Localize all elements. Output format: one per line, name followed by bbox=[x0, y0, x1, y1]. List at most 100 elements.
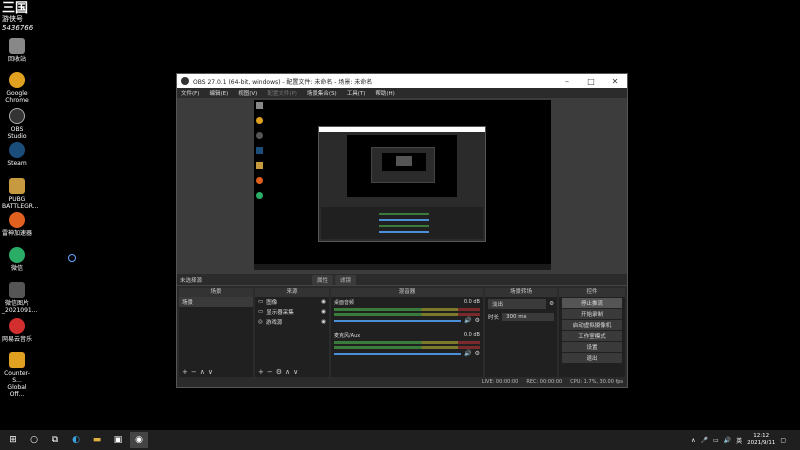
source-item[interactable]: ◎ 游戏源 ◉ bbox=[255, 317, 329, 327]
settings-button[interactable]: 设置 bbox=[562, 342, 622, 352]
eye-icon[interactable]: ◉ bbox=[321, 299, 326, 305]
mixer-header: 混音器 bbox=[331, 288, 483, 297]
clock-time: 12:12 bbox=[753, 433, 770, 439]
task-view-icon[interactable]: ⧉ bbox=[46, 432, 64, 448]
menu-profile[interactable]: 配置文件(P) bbox=[267, 89, 297, 97]
add-icon[interactable]: + bbox=[182, 368, 191, 376]
filters-button[interactable]: 滤镜 bbox=[335, 274, 357, 285]
source-toolbar: 未选择源 属性 滤镜 bbox=[177, 274, 627, 286]
scene-item[interactable]: 场景 bbox=[179, 297, 253, 307]
menu-view[interactable]: 视图(V) bbox=[238, 89, 257, 97]
notification-icon[interactable]: ▢ bbox=[780, 437, 786, 444]
desktop-icon-obs[interactable]: OBS Studio bbox=[2, 108, 32, 140]
volume-slider[interactable] bbox=[334, 352, 462, 355]
monitor-icon: ▭ bbox=[258, 309, 264, 315]
volume-meter bbox=[334, 313, 480, 316]
maximize-icon[interactable]: □ bbox=[579, 77, 603, 86]
desktop-icon-image-file[interactable]: 微信图片_2021091... bbox=[2, 282, 37, 314]
status-bar: LIVE: 00:00:00 REC: 00:00:00 CPU: 1.7%, … bbox=[177, 377, 627, 387]
channel-name: 桌面音频 bbox=[334, 300, 355, 306]
obs-titlebar[interactable]: OBS 27.0.1 (64-bit, windows) - 配置文件: 未命名… bbox=[177, 74, 627, 88]
menu-scene-collection[interactable]: 场景集合(S) bbox=[307, 89, 337, 97]
desktop-icon-csgo[interactable]: Counter-S... Global Off... bbox=[2, 352, 32, 398]
source-item[interactable]: ▭ 图像 ◉ bbox=[255, 297, 329, 307]
preview-area[interactable] bbox=[177, 98, 627, 274]
add-icon[interactable]: + bbox=[258, 368, 267, 376]
obs-icon bbox=[9, 108, 25, 124]
exit-button[interactable]: 退出 bbox=[562, 353, 622, 363]
desktop-icon-steam[interactable]: Steam bbox=[2, 142, 32, 167]
mirror-taskbar bbox=[254, 264, 551, 270]
gear-icon[interactable]: ⚙ bbox=[475, 350, 480, 357]
gear-icon[interactable]: ⚙ bbox=[549, 301, 554, 307]
search-icon[interactable]: ○ bbox=[25, 432, 43, 448]
source-item[interactable]: ▭ 显示器采集 ◉ bbox=[255, 307, 329, 317]
wechat-icon bbox=[9, 247, 25, 263]
volume-icon[interactable]: 🔊 bbox=[724, 437, 731, 444]
scenes-dock: 场景 场景 +−∧∨ bbox=[179, 288, 253, 378]
channel-level: 0.0 dB bbox=[463, 299, 480, 305]
gear-icon[interactable]: ⚙ bbox=[276, 368, 285, 376]
desktop-icon-wechat[interactable]: 微信 bbox=[2, 247, 32, 272]
icon-label: Google Chrome bbox=[5, 90, 29, 104]
menubar: 文件(F) 编辑(E) 视图(V) 配置文件(P) 场景集合(S) 工具(T) … bbox=[177, 88, 627, 98]
menu-help[interactable]: 帮助(H) bbox=[375, 89, 394, 97]
menu-edit[interactable]: 编辑(E) bbox=[209, 89, 228, 97]
gamepad-icon: ◎ bbox=[258, 319, 263, 325]
down-icon[interactable]: ∨ bbox=[293, 368, 301, 376]
file-explorer-icon[interactable]: ▬ bbox=[88, 432, 106, 448]
edge-icon[interactable]: ◐ bbox=[67, 432, 85, 448]
network-icon[interactable]: ▭ bbox=[713, 437, 719, 444]
start-recording-button[interactable]: 开始录制 bbox=[562, 309, 622, 319]
cpu-status: CPU: 1.7%, 30.00 fps bbox=[570, 379, 623, 385]
recycle-bin-icon bbox=[9, 38, 25, 54]
chevron-up-icon[interactable]: ∧ bbox=[691, 437, 695, 444]
remove-icon[interactable]: − bbox=[191, 368, 200, 376]
icon-label: OBS Studio bbox=[7, 126, 27, 140]
menu-file[interactable]: 文件(F) bbox=[181, 89, 199, 97]
down-icon[interactable]: ∨ bbox=[208, 368, 216, 376]
speaker-icon[interactable]: 🔊 bbox=[464, 317, 471, 324]
netease-music-icon bbox=[9, 318, 25, 334]
icon-label: 雷神加速器 bbox=[2, 230, 33, 237]
desktop-icon-pubg[interactable]: PUBG BATTLEGR... bbox=[2, 178, 38, 210]
properties-button[interactable]: 属性 bbox=[312, 274, 334, 285]
duration-input[interactable]: 300 ms bbox=[502, 313, 554, 321]
transition-select[interactable]: 淡出 bbox=[488, 299, 547, 309]
desktop-icon-leishen[interactable]: 雷神加速器 bbox=[2, 212, 32, 237]
clock[interactable]: 12:12 2021/9/11 bbox=[747, 433, 775, 447]
transitions-dock: 场景转场 淡出 ⚙ 时长 300 ms bbox=[485, 288, 557, 378]
volume-slider[interactable] bbox=[334, 319, 462, 322]
up-icon[interactable]: ∧ bbox=[285, 368, 293, 376]
remove-icon[interactable]: − bbox=[267, 368, 276, 376]
eye-icon[interactable]: ◉ bbox=[321, 319, 326, 325]
studio-mode-button[interactable]: 工作室模式 bbox=[562, 331, 622, 341]
obs-window[interactable]: OBS 27.0.1 (64-bit, windows) - 配置文件: 未命名… bbox=[176, 73, 628, 388]
store-icon[interactable]: ▣ bbox=[109, 432, 127, 448]
language-indicator[interactable]: 英 bbox=[736, 436, 742, 445]
obs-icon bbox=[181, 77, 189, 85]
desktop-icon-recycle-bin[interactable]: 回收站 bbox=[2, 38, 32, 63]
up-icon[interactable]: ∧ bbox=[200, 368, 208, 376]
minimize-icon[interactable]: – bbox=[555, 77, 579, 86]
menu-tools[interactable]: 工具(T) bbox=[347, 89, 366, 97]
obs-taskbar-icon[interactable]: ◉ bbox=[130, 432, 148, 448]
volume-meter bbox=[334, 308, 480, 311]
live-status: LIVE: 00:00:00 bbox=[481, 379, 519, 385]
scenes-header: 场景 bbox=[179, 288, 253, 297]
desktop-icon-chrome[interactable]: Google Chrome bbox=[2, 72, 32, 104]
start-virtual-camera-button[interactable]: 启动虚拟摄像机 bbox=[562, 320, 622, 330]
eye-icon[interactable]: ◉ bbox=[321, 309, 326, 315]
mirror-obs-window bbox=[318, 126, 486, 242]
icon-label: 微信 bbox=[10, 265, 23, 272]
mixer-dock: 混音器 桌面音频 0.0 dB 🔊 ⚙ 麦克风/Aux 0.0 dB 🔊 ⚙ bbox=[331, 288, 483, 378]
stop-streaming-button[interactable]: 停止推流 bbox=[562, 298, 622, 308]
speaker-icon[interactable]: 🔊 bbox=[464, 350, 471, 357]
windows-start-icon[interactable]: ⊞ bbox=[4, 432, 22, 448]
logo-number: 5436766 bbox=[2, 24, 34, 32]
desktop-icon-netease-music[interactable]: 网易云音乐 bbox=[2, 318, 32, 343]
gear-icon[interactable]: ⚙ bbox=[475, 317, 480, 324]
close-icon[interactable]: ✕ bbox=[603, 77, 627, 86]
mic-icon[interactable]: 🎤 bbox=[700, 437, 707, 444]
csgo-icon bbox=[9, 352, 25, 368]
